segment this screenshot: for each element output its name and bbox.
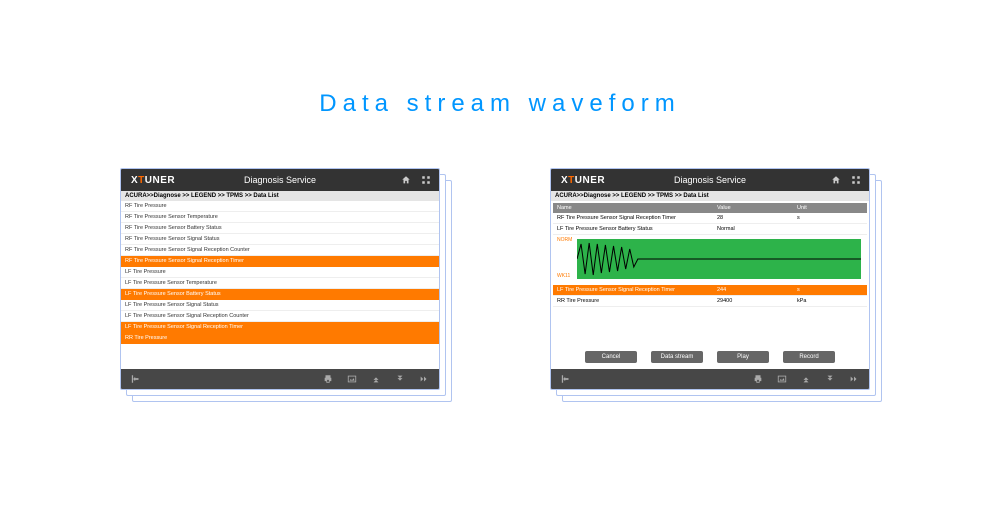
app-header: XTUNER Diagnosis Service: [121, 169, 439, 191]
list-item[interactable]: RR Tire Pressure: [121, 333, 439, 344]
col-name: Name: [553, 203, 713, 213]
breadcrumb: ACURA>>Diagnose >> LEGEND >> TPMS >> Dat…: [551, 191, 869, 201]
list-item[interactable]: RF Tire Pressure Sensor Signal Reception…: [121, 256, 439, 267]
right-body: Name Value Unit RF Tire Pressure Sensor …: [551, 201, 869, 369]
print-icon[interactable]: [753, 374, 763, 384]
scroll-down-icon[interactable]: [825, 374, 835, 384]
brand-logo: XTUNER: [561, 175, 605, 186]
list-item[interactable]: RF Tire Pressure Sensor Signal Status: [121, 234, 439, 245]
list-item[interactable]: LF Tire Pressure Sensor Signal Reception…: [121, 322, 439, 333]
table-rows-top: RF Tire Pressure Sensor Signal Reception…: [553, 213, 867, 235]
table-row[interactable]: RR Tire Pressure29400kPa: [553, 296, 867, 307]
col-unit: Unit: [793, 203, 867, 213]
wave-label-bottom: WK11: [557, 273, 570, 279]
footer-bar: [121, 369, 439, 389]
cancel-button[interactable]: Cancel: [585, 351, 637, 363]
waveform-chart: [577, 239, 861, 279]
data-list: RF Tire PressureRF Tire Pressure Sensor …: [121, 201, 439, 369]
right-screenshot-stack: XTUNER Diagnosis Service ACURA>>Diagnose…: [550, 168, 880, 403]
header-title: Diagnosis Service: [244, 175, 316, 185]
exit-icon[interactable]: [561, 374, 571, 384]
left-screenshot-stack: XTUNER Diagnosis Service ACURA>>Diagnose…: [120, 168, 450, 403]
home-icon[interactable]: [831, 175, 841, 185]
scroll-up-icon[interactable]: [801, 374, 811, 384]
table-row[interactable]: LF Tire Pressure Sensor Signal Reception…: [553, 285, 867, 296]
record-button[interactable]: Record: [783, 351, 835, 363]
table-row[interactable]: LF Tire Pressure Sensor Battery StatusNo…: [553, 224, 867, 235]
stack-front-card: XTUNER Diagnosis Service ACURA>>Diagnose…: [120, 168, 440, 390]
list-item[interactable]: RF Tire Pressure Sensor Temperature: [121, 212, 439, 223]
list-item[interactable]: LF Tire Pressure Sensor Temperature: [121, 278, 439, 289]
stack-front-card: XTUNER Diagnosis Service ACURA>>Diagnose…: [550, 168, 870, 390]
waveform-panel: NORM WK11: [553, 235, 867, 285]
image-icon[interactable]: [347, 374, 357, 384]
print-icon[interactable]: [323, 374, 333, 384]
page-title: Data stream waveform: [0, 0, 1000, 168]
grid-icon[interactable]: [851, 175, 861, 185]
scroll-down-icon[interactable]: [395, 374, 405, 384]
wave-label-top: NORM: [557, 237, 572, 243]
list-item[interactable]: RF Tire Pressure Sensor Battery Status: [121, 223, 439, 234]
list-item[interactable]: RF Tire Pressure: [121, 201, 439, 212]
col-value: Value: [713, 203, 793, 213]
list-item[interactable]: RF Tire Pressure Sensor Signal Reception…: [121, 245, 439, 256]
list-item[interactable]: LF Tire Pressure Sensor Signal Reception…: [121, 311, 439, 322]
image-icon[interactable]: [777, 374, 787, 384]
breadcrumb: ACURA>>Diagnose >> LEGEND >> TPMS >> Dat…: [121, 191, 439, 201]
table-header: Name Value Unit: [553, 203, 867, 213]
app-header: XTUNER Diagnosis Service: [551, 169, 869, 191]
list-item[interactable]: LF Tire Pressure Sensor Battery Status: [121, 289, 439, 300]
home-icon[interactable]: [401, 175, 411, 185]
scroll-up-icon[interactable]: [371, 374, 381, 384]
list-item[interactable]: LF Tire Pressure: [121, 267, 439, 278]
button-row: Cancel Data stream Play Record: [553, 345, 867, 367]
exit-icon[interactable]: [131, 374, 141, 384]
brand-logo: XTUNER: [131, 175, 175, 186]
header-title: Diagnosis Service: [674, 175, 746, 185]
table-row[interactable]: RF Tire Pressure Sensor Signal Reception…: [553, 213, 867, 224]
next-icon[interactable]: [849, 374, 859, 384]
table-rows-bottom: LF Tire Pressure Sensor Signal Reception…: [553, 285, 867, 307]
list-item[interactable]: LF Tire Pressure Sensor Signal Status: [121, 300, 439, 311]
cards-container: XTUNER Diagnosis Service ACURA>>Diagnose…: [0, 168, 1000, 403]
footer-bar: [551, 369, 869, 389]
play-button[interactable]: Play: [717, 351, 769, 363]
grid-icon[interactable]: [421, 175, 431, 185]
data-stream-button[interactable]: Data stream: [651, 351, 703, 363]
next-icon[interactable]: [419, 374, 429, 384]
